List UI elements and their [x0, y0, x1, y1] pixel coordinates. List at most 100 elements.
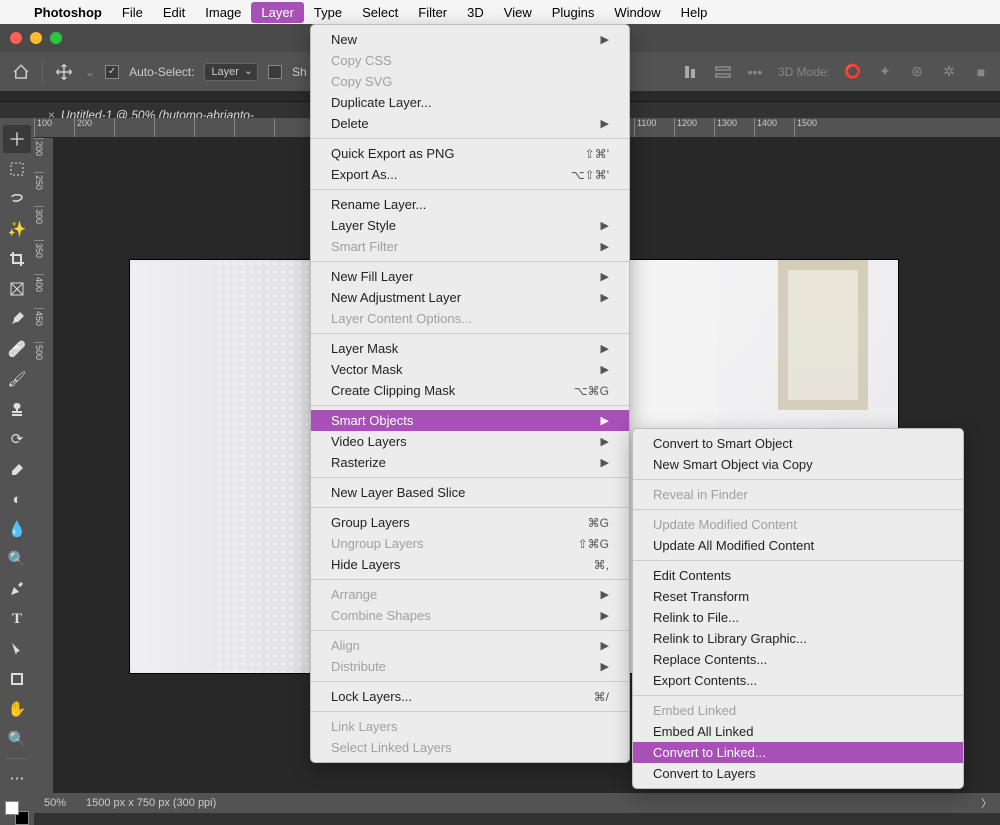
mac-menubar: Photoshop File Edit Image Layer Type Sel…	[0, 0, 1000, 24]
layer-menu-item-combine-shapes: Combine Shapes▶	[311, 605, 629, 626]
close-window-button[interactable]	[10, 32, 22, 44]
status-bar: 50% 1500 px x 750 px (300 ppi) 〉	[34, 793, 1000, 813]
smart-objects-item-update-all-modified-content[interactable]: Update All Modified Content	[633, 535, 963, 556]
crop-tool[interactable]	[3, 245, 31, 273]
blur-tool[interactable]: 💧	[3, 515, 31, 543]
menu-layer[interactable]: Layer	[251, 2, 304, 23]
ruler-vertical[interactable]: 200250300350400450500	[34, 138, 54, 793]
wand-tool[interactable]: ✨	[3, 215, 31, 243]
smart-objects-item-relink-to-file-[interactable]: Relink to File...	[633, 607, 963, 628]
autoselect-checkbox[interactable]: ✓	[105, 65, 119, 79]
more-icon[interactable]: •••	[746, 63, 764, 81]
smart-objects-item-export-contents-[interactable]: Export Contents...	[633, 670, 963, 691]
layer-menu-item-rasterize[interactable]: Rasterize▶	[311, 452, 629, 473]
layer-menu-item-new-fill-layer[interactable]: New Fill Layer▶	[311, 266, 629, 287]
smart-objects-item-convert-to-linked-[interactable]: Convert to Linked...	[633, 742, 963, 763]
layer-menu-item-new-adjustment-layer[interactable]: New Adjustment Layer▶	[311, 287, 629, 308]
smart-objects-item-replace-contents-[interactable]: Replace Contents...	[633, 649, 963, 670]
layer-menu-item-new[interactable]: New▶	[311, 29, 629, 50]
smart-objects-item-convert-to-layers[interactable]: Convert to Layers	[633, 763, 963, 784]
layer-menu-item-delete[interactable]: Delete▶	[311, 113, 629, 134]
layer-menu-item-hide-layers[interactable]: Hide Layers⌘,	[311, 554, 629, 575]
camera-icon[interactable]: ■	[972, 63, 990, 81]
path-tool[interactable]	[3, 635, 31, 663]
menu-type[interactable]: Type	[304, 2, 352, 23]
move-tool-icon[interactable]	[53, 61, 75, 83]
layer-menu-item-layer-style[interactable]: Layer Style▶	[311, 215, 629, 236]
smart-objects-item-edit-contents[interactable]: Edit Contents	[633, 565, 963, 586]
menu-filter[interactable]: Filter	[408, 2, 457, 23]
menu-help[interactable]: Help	[671, 2, 718, 23]
smart-objects-item-convert-to-smart-object[interactable]: Convert to Smart Object	[633, 433, 963, 454]
marquee-tool[interactable]	[3, 155, 31, 183]
minimize-window-button[interactable]	[30, 32, 42, 44]
healing-tool[interactable]: 🩹	[3, 335, 31, 363]
layer-menu-item-vector-mask[interactable]: Vector Mask▶	[311, 359, 629, 380]
layer-menu-item-quick-export-as-png[interactable]: Quick Export as PNG⇧⌘'	[311, 143, 629, 164]
layer-menu-dropdown: New▶Copy CSSCopy SVGDuplicate Layer...De…	[310, 24, 630, 763]
frame-tool[interactable]	[3, 275, 31, 303]
smart-objects-item-update-modified-content: Update Modified Content	[633, 514, 963, 535]
orbit-icon[interactable]: ⭕	[844, 63, 862, 81]
status-chevron-icon[interactable]: 〉	[981, 795, 992, 811]
move-tool[interactable]	[3, 125, 31, 153]
zoom-level[interactable]: 50%	[44, 797, 66, 809]
layer-menu-item-duplicate-layer-[interactable]: Duplicate Layer...	[311, 92, 629, 113]
layer-menu-item-export-as-[interactable]: Export As...⌥⇧⌘'	[311, 164, 629, 185]
layer-menu-item-ungroup-layers: Ungroup Layers⇧⌘G	[311, 533, 629, 554]
menu-edit[interactable]: Edit	[153, 2, 195, 23]
autoselect-label: Auto-Select:	[129, 65, 194, 79]
dodge-tool[interactable]: 🔍	[3, 545, 31, 573]
pan-icon[interactable]: ✦	[876, 63, 894, 81]
shape-tool[interactable]	[3, 665, 31, 693]
layer-menu-item-smart-filter: Smart Filter▶	[311, 236, 629, 257]
show-checkbox[interactable]	[268, 65, 282, 79]
layer-menu-item-rename-layer-[interactable]: Rename Layer...	[311, 194, 629, 215]
smart-objects-item-embed-all-linked[interactable]: Embed All Linked	[633, 721, 963, 742]
type-tool[interactable]: T	[3, 605, 31, 633]
layer-menu-item-layer-mask[interactable]: Layer Mask▶	[311, 338, 629, 359]
hand-tool[interactable]: ✋	[3, 695, 31, 723]
smart-objects-item-relink-to-library-graphic-[interactable]: Relink to Library Graphic...	[633, 628, 963, 649]
rotate3d-icon[interactable]: ⊛	[908, 63, 926, 81]
layer-menu-item-video-layers[interactable]: Video Layers▶	[311, 431, 629, 452]
layer-menu-item-group-layers[interactable]: Group Layers⌘G	[311, 512, 629, 533]
menu-file[interactable]: File	[112, 2, 153, 23]
zoom-tool[interactable]: 🔍	[3, 725, 31, 753]
smart-objects-item-new-smart-object-via-copy[interactable]: New Smart Object via Copy	[633, 454, 963, 475]
layer-menu-item-create-clipping-mask[interactable]: Create Clipping Mask⌥⌘G	[311, 380, 629, 401]
align-icon[interactable]	[682, 63, 700, 81]
home-icon[interactable]	[10, 61, 32, 83]
menu-3d[interactable]: 3D	[457, 2, 494, 23]
gradient-tool[interactable]: ◐	[3, 485, 31, 513]
layer-menu-item-new-layer-based-slice[interactable]: New Layer Based Slice	[311, 482, 629, 503]
menu-view[interactable]: View	[494, 2, 542, 23]
layer-menu-item-layer-content-options-: Layer Content Options...	[311, 308, 629, 329]
lasso-tool[interactable]	[3, 185, 31, 213]
layer-menu-item-distribute: Distribute▶	[311, 656, 629, 677]
history-brush-tool[interactable]: ⟳	[3, 425, 31, 453]
tools-panel: ✨ 🩹 🖌 ⟳ ◐ 💧 🔍 T ✋ 🔍 ⋯	[0, 118, 34, 825]
menu-plugins[interactable]: Plugins	[542, 2, 605, 23]
layer-menu-item-lock-layers-[interactable]: Lock Layers...⌘/	[311, 686, 629, 707]
color-swatches[interactable]	[5, 801, 29, 825]
maximize-window-button[interactable]	[50, 32, 62, 44]
smart-objects-item-embed-linked: Embed Linked	[633, 700, 963, 721]
menu-image[interactable]: Image	[195, 2, 251, 23]
smart-objects-item-reset-transform[interactable]: Reset Transform	[633, 586, 963, 607]
distribute-icon[interactable]	[714, 63, 732, 81]
pen-tool[interactable]	[3, 575, 31, 603]
document-dimensions[interactable]: 1500 px x 750 px (300 ppi)	[86, 797, 216, 809]
scale3d-icon[interactable]: ✲	[940, 63, 958, 81]
mode3d-label: 3D Mode:	[778, 65, 830, 79]
app-menu[interactable]: Photoshop	[24, 2, 112, 23]
edit-toolbar-icon[interactable]: ⋯	[3, 764, 31, 792]
eyedropper-tool[interactable]	[3, 305, 31, 333]
menu-window[interactable]: Window	[604, 2, 670, 23]
brush-tool[interactable]: 🖌	[3, 365, 31, 393]
menu-select[interactable]: Select	[352, 2, 408, 23]
autoselect-dropdown[interactable]: Layer	[204, 63, 258, 81]
stamp-tool[interactable]	[3, 395, 31, 423]
layer-menu-item-smart-objects[interactable]: Smart Objects▶	[311, 410, 629, 431]
eraser-tool[interactable]	[3, 455, 31, 483]
